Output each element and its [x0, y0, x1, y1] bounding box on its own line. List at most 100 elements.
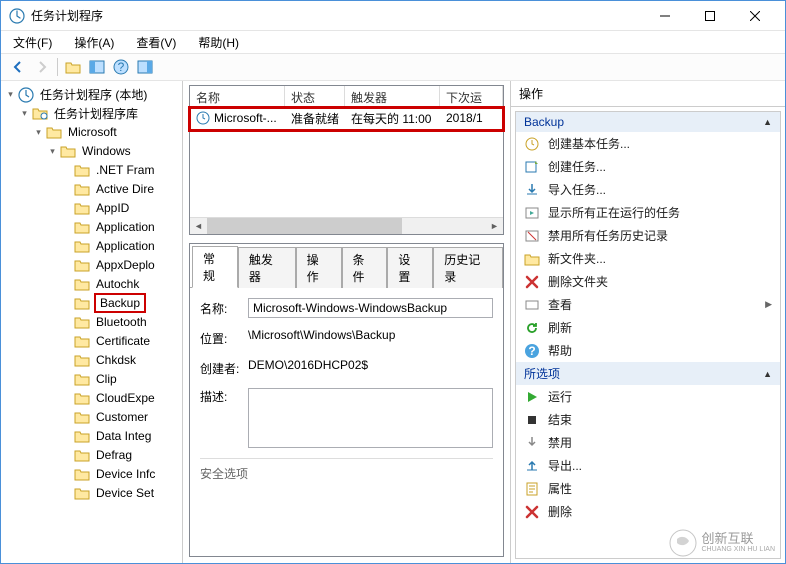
task-list[interactable]: 名称 状态 触发器 下次运 Microsoft-... 准备就绪 在每天的 11…	[189, 85, 504, 235]
tree-item[interactable]: ▸AppID	[3, 199, 180, 217]
field-description[interactable]	[248, 388, 493, 448]
action-refresh[interactable]: 刷新	[516, 316, 780, 339]
svg-text:?: ?	[118, 60, 125, 74]
tree-item[interactable]: ▸AppxDeplo	[3, 256, 180, 274]
close-button[interactable]	[732, 2, 777, 30]
action-delete-x[interactable]: 删除	[516, 500, 780, 523]
folder-icon	[60, 144, 76, 158]
tool-panel2-button[interactable]	[134, 56, 156, 78]
folder-icon	[74, 296, 90, 310]
collapse-icon[interactable]: ▲	[763, 369, 772, 379]
menu-help[interactable]: 帮助(H)	[192, 32, 245, 53]
actions-pane: 操作 Backup▲创建基本任务...创建任务...导入任务...显示所有正在运…	[511, 81, 785, 563]
folder-icon	[74, 334, 90, 348]
history-off-icon	[524, 228, 540, 244]
tree-item[interactable]: ▸Backup	[3, 294, 180, 312]
actions-section-selected[interactable]: 所选项▲	[516, 362, 780, 385]
tool-panel1-button[interactable]	[86, 56, 108, 78]
tree-item[interactable]: ▸Device Set	[3, 484, 180, 502]
tree-item[interactable]: ▸Customer	[3, 408, 180, 426]
folder-icon	[74, 239, 90, 253]
tree-item[interactable]: ▸Chkdsk	[3, 351, 180, 369]
export-icon	[524, 458, 540, 474]
field-name[interactable]: Microsoft-Windows-WindowsBackup	[248, 298, 493, 318]
actions-pane-title: 操作	[511, 81, 785, 107]
nav-back-button[interactable]	[7, 56, 29, 78]
col-name[interactable]: 名称	[190, 86, 285, 107]
action-import[interactable]: 导入任务...	[516, 178, 780, 201]
delete-x-icon	[524, 274, 540, 290]
tree-pane: ▾任务计划程序 (本地)▾任务计划程序库▾Microsoft▾Windows▸.…	[1, 81, 183, 563]
details-tabs: 常规 触发器 操作 条件 设置 历史记录	[190, 244, 503, 287]
tab-general[interactable]: 常规	[192, 246, 238, 288]
action-disable[interactable]: 禁用	[516, 431, 780, 454]
actions-section-backup[interactable]: Backup▲	[516, 112, 780, 132]
tree-microsoft[interactable]: ▾Microsoft	[3, 123, 180, 141]
tree-item[interactable]: ▸Application	[3, 237, 180, 255]
tree-item[interactable]: ▸Data Integ	[3, 427, 180, 445]
window-title: 任务计划程序	[31, 7, 103, 24]
menubar: 文件(F) 操作(A) 查看(V) 帮助(H)	[1, 31, 785, 53]
col-next[interactable]: 下次运	[440, 86, 503, 107]
tree-item[interactable]: ▸Application	[3, 218, 180, 236]
tree-windows[interactable]: ▾Windows	[3, 142, 180, 160]
task-details: 常规 触发器 操作 条件 设置 历史记录 名称: Microsoft-Windo…	[189, 243, 504, 557]
folder-icon	[74, 391, 90, 405]
action-view[interactable]: 查看▶	[516, 293, 780, 316]
tree-root[interactable]: ▾任务计划程序 (本地)	[3, 85, 180, 103]
task-row[interactable]: Microsoft-... 准备就绪 在每天的 11:00 2018/1	[190, 108, 503, 128]
tree-item[interactable]: ▸Bluetooth	[3, 313, 180, 331]
tree-item[interactable]: ▸Clip	[3, 370, 180, 388]
action-export[interactable]: 导出...	[516, 454, 780, 477]
tab-history[interactable]: 历史记录	[433, 247, 503, 288]
folder-icon	[74, 163, 90, 177]
folder-icon	[74, 486, 90, 500]
app-icon	[9, 8, 25, 24]
tree-item[interactable]: ▸CloudExpe	[3, 389, 180, 407]
tree-library[interactable]: ▾任务计划程序库	[3, 104, 180, 122]
col-status[interactable]: 状态	[285, 86, 345, 107]
action-running[interactable]: 显示所有正在运行的任务	[516, 201, 780, 224]
library-icon	[32, 106, 48, 120]
tab-triggers[interactable]: 触发器	[238, 247, 296, 288]
action-history-off[interactable]: 禁用所有任务历史记录	[516, 224, 780, 247]
nav-tree[interactable]: ▾任务计划程序 (本地)▾任务计划程序库▾Microsoft▾Windows▸.…	[3, 85, 180, 502]
tab-actions[interactable]: 操作	[296, 247, 342, 288]
tree-item[interactable]: ▸Certificate	[3, 332, 180, 350]
tool-help-button[interactable]: ?	[110, 56, 132, 78]
action-new-folder[interactable]: 新文件夹...	[516, 247, 780, 270]
tab-content-general: 名称: Microsoft-Windows-WindowsBackup 位置: …	[190, 287, 503, 556]
tab-settings[interactable]: 设置	[387, 247, 433, 288]
maximize-button[interactable]	[687, 2, 732, 30]
stop-icon	[524, 412, 540, 428]
action-clock-wizard[interactable]: 创建基本任务...	[516, 132, 780, 155]
action-new-task[interactable]: 创建任务...	[516, 155, 780, 178]
menu-file[interactable]: 文件(F)	[7, 32, 58, 53]
tree-item[interactable]: ▸Active Dire	[3, 180, 180, 198]
action-props[interactable]: 属性	[516, 477, 780, 500]
action-play[interactable]: 运行	[516, 385, 780, 408]
nav-forward-button[interactable]	[31, 56, 53, 78]
tree-item[interactable]: ▸Defrag	[3, 446, 180, 464]
tree-item[interactable]: ▸.NET Fram	[3, 161, 180, 179]
action-stop[interactable]: 结束	[516, 408, 780, 431]
menu-action[interactable]: 操作(A)	[68, 32, 120, 53]
task-list-scrollbar[interactable]: ◄ ►	[190, 217, 503, 234]
action-delete-x[interactable]: 删除文件夹	[516, 270, 780, 293]
tree-item[interactable]: ▸Device Infc	[3, 465, 180, 483]
col-trigger[interactable]: 触发器	[345, 86, 440, 107]
running-icon	[524, 205, 540, 221]
tree-item[interactable]: ▸Autochk	[3, 275, 180, 293]
scroll-left-icon[interactable]: ◄	[190, 218, 207, 235]
tab-conditions[interactable]: 条件	[342, 247, 388, 288]
action-help[interactable]: ?帮助	[516, 339, 780, 362]
scroll-right-icon[interactable]: ►	[486, 218, 503, 235]
minimize-button[interactable]	[642, 2, 687, 30]
menu-view[interactable]: 查看(V)	[130, 32, 182, 53]
tool-folder-button[interactable]	[62, 56, 84, 78]
collapse-icon[interactable]: ▲	[763, 117, 772, 127]
folder-icon	[74, 410, 90, 424]
task-name: Microsoft-...	[214, 111, 277, 125]
main-area: ▾任务计划程序 (本地)▾任务计划程序库▾Microsoft▾Windows▸.…	[1, 81, 785, 563]
delete-x-icon	[524, 504, 540, 520]
